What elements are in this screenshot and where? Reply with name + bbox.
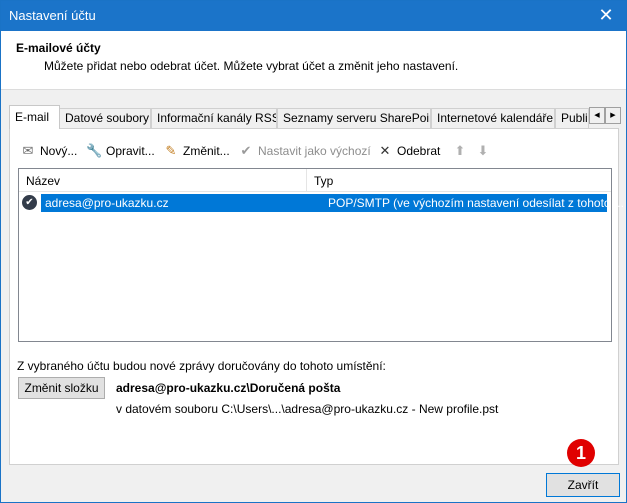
email-tab-panel: ✉ Nový... 🔧 Opravit... ✎ Změnit... ✔ Nas…	[9, 128, 624, 465]
delivery-data-file: v datovém souboru C:\Users\...\adresa@pr…	[116, 402, 499, 416]
close-button[interactable]: Zavřít	[546, 473, 620, 497]
delivery-description: Z vybraného účtu budou nové zprávy doruč…	[17, 359, 386, 373]
move-up-button[interactable]: ⬆	[452, 142, 472, 160]
default-account-check-icon: ✔	[22, 195, 37, 210]
column-header-name[interactable]: Název	[26, 174, 60, 188]
column-header-type[interactable]: Typ	[314, 174, 333, 188]
tab-rss-feeds[interactable]: Informační kanály RSS	[151, 108, 277, 128]
new-button-label: Nový...	[40, 144, 78, 158]
account-type: POP/SMTP (ve výchozím nastavení odesílat…	[328, 196, 624, 210]
tab-email[interactable]: E-mail	[9, 105, 60, 129]
change-folder-button[interactable]: Změnit složku	[18, 377, 105, 399]
set-default-button[interactable]: ✔ Nastavit jako výchozí	[238, 142, 371, 160]
arrow-down-icon: ⬇	[477, 143, 489, 158]
repair-icon: 🔧	[86, 143, 103, 158]
new-button[interactable]: ✉ Nový...	[20, 142, 78, 160]
repair-button[interactable]: 🔧 Opravit...	[86, 142, 155, 160]
header-title: E-mailové účty	[16, 41, 101, 55]
accounts-list[interactable]: Název Typ ✔ adresa@pro-ukazku.cz POP/SMT…	[18, 168, 624, 342]
account-settings-dialog: Nastavení účtu ✕ E-mailové účty Můžete p…	[0, 0, 627, 503]
tab-scroll: ◀ ▶	[589, 107, 621, 124]
column-divider[interactable]	[306, 169, 307, 191]
move-down-button[interactable]: ⬇	[475, 142, 495, 160]
change-icon: ✎	[165, 143, 177, 158]
step-number-badge: 1	[567, 439, 595, 467]
tab-strip: E-mail Datové soubory Informační kanály …	[9, 105, 621, 129]
dialog-header: E-mailové účty Můžete přidat nebo odebra…	[1, 31, 626, 90]
tab-sharepoint-lists[interactable]: Seznamy serveru SharePoint	[277, 108, 431, 128]
header-description: Můžete přidat nebo odebrat účet. Můžete …	[44, 59, 459, 73]
remove-button[interactable]: ✕ Odebrat	[377, 142, 441, 160]
arrow-up-icon: ⬆	[454, 143, 466, 158]
set-default-button-label: Nastavit jako výchozí	[258, 144, 371, 158]
change-button-label: Změnit...	[183, 144, 230, 158]
repair-button-label: Opravit...	[106, 144, 155, 158]
set-default-icon: ✔	[240, 143, 252, 158]
account-name: adresa@pro-ukazku.cz	[45, 196, 169, 210]
change-button[interactable]: ✎ Změnit...	[163, 142, 230, 160]
close-icon[interactable]: ✕	[586, 1, 626, 31]
tab-scroll-right-icon[interactable]: ▶	[605, 107, 621, 124]
tab-data-files[interactable]: Datové soubory	[59, 108, 151, 128]
list-header: Název Typ	[19, 169, 611, 192]
tab-published-calendars[interactable]: Publi	[555, 108, 589, 128]
new-account-icon: ✉	[22, 143, 34, 158]
remove-icon: ✕	[379, 143, 391, 158]
delivery-location: adresa@pro-ukazku.cz\Doručená pošta	[116, 381, 341, 395]
tab-internet-calendars[interactable]: Internetové kalendáře	[431, 108, 555, 128]
selected-row-highlight: adresa@pro-ukazku.cz POP/SMTP (ve výchoz…	[41, 194, 624, 212]
remove-button-label: Odebrat	[397, 144, 441, 158]
title-bar[interactable]: Nastavení účtu ✕	[1, 1, 626, 31]
tab-scroll-left-icon[interactable]: ◀	[589, 107, 605, 124]
window-title: Nastavení účtu	[9, 8, 96, 23]
account-row[interactable]: ✔ adresa@pro-ukazku.cz POP/SMTP (ve vých…	[22, 194, 624, 212]
